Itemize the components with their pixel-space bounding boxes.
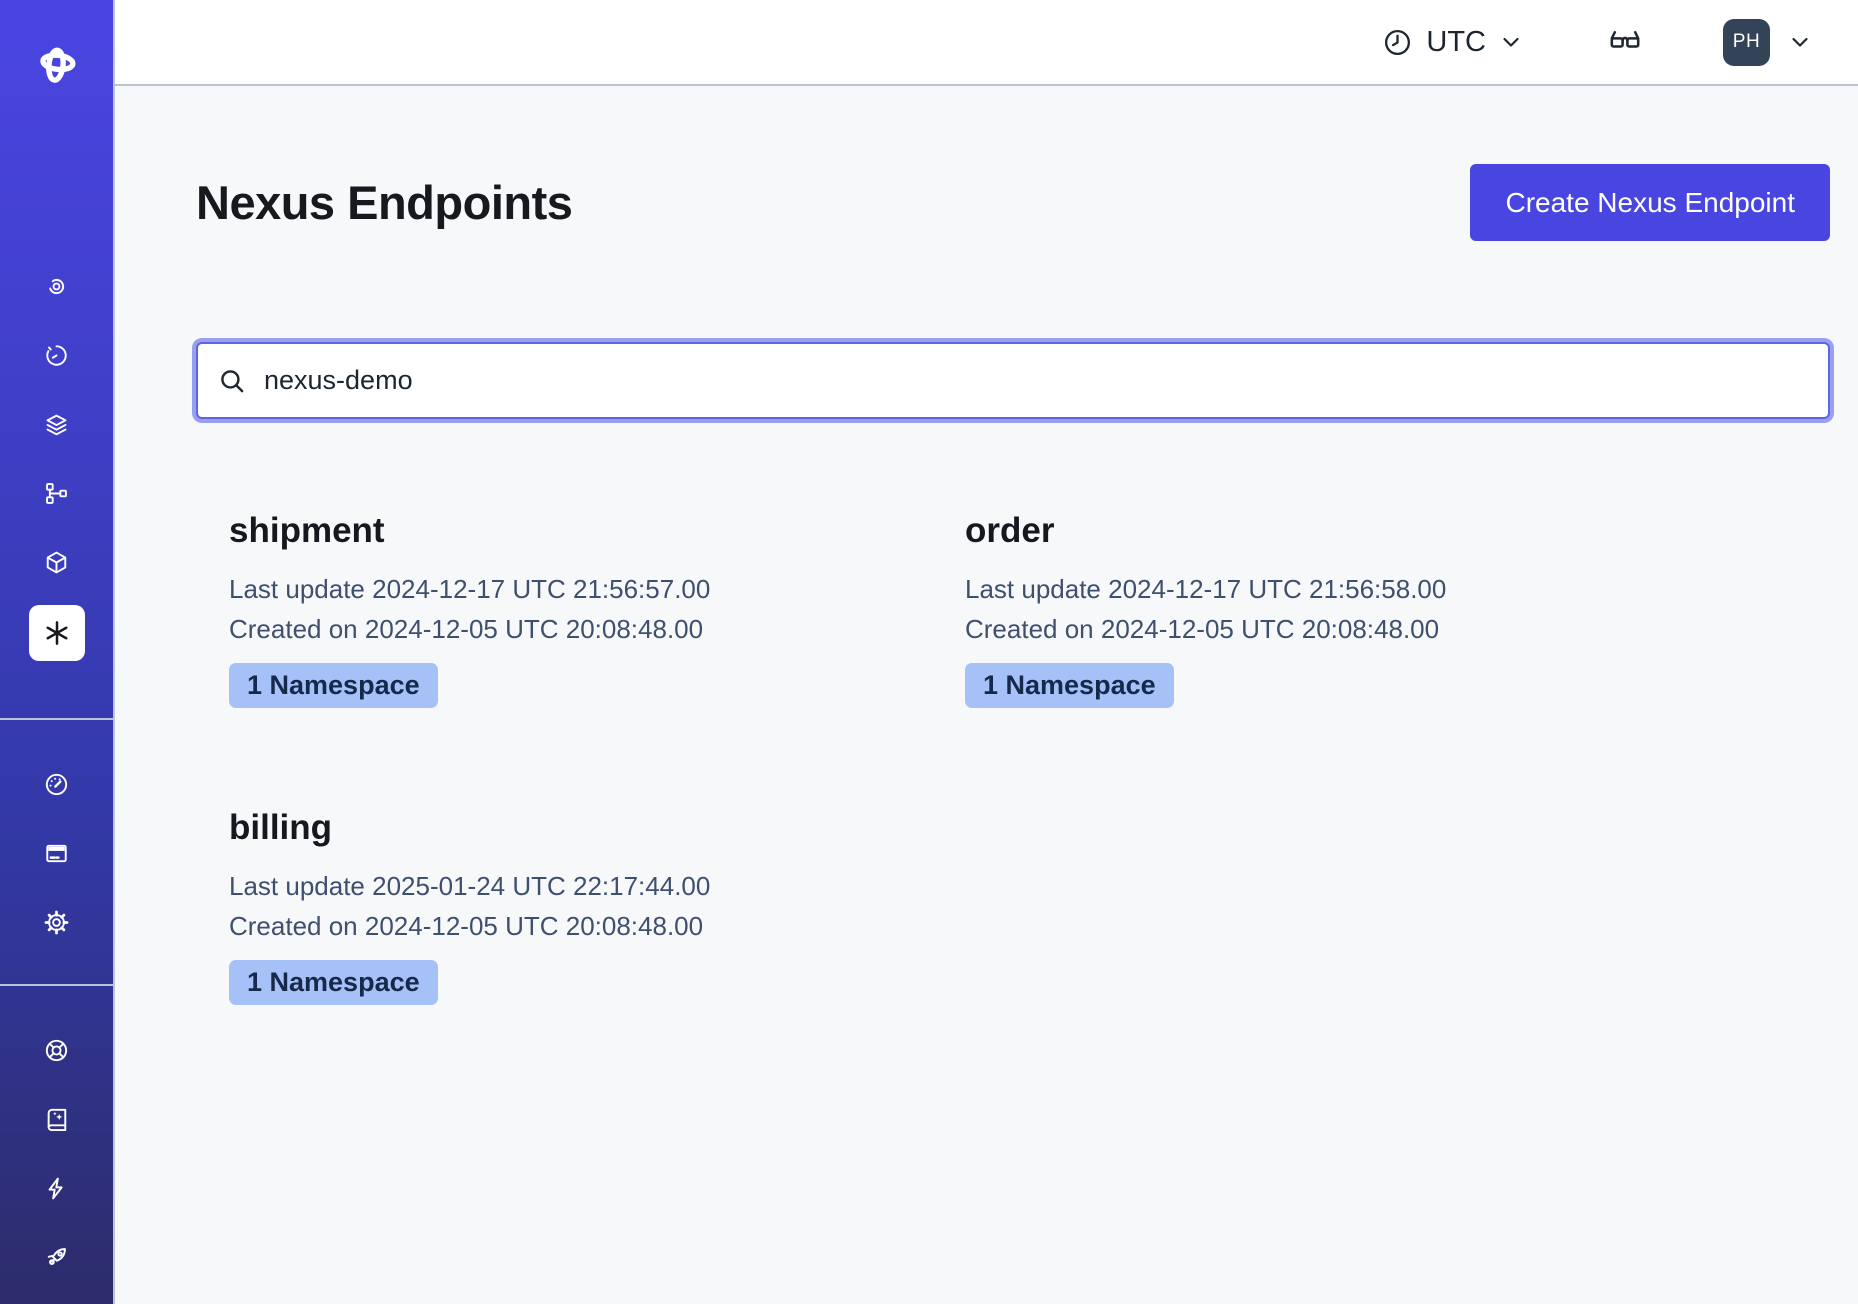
namespace-badge: 1 Namespace bbox=[965, 663, 1174, 708]
sidebar-divider bbox=[0, 718, 114, 720]
endpoint-created: Created on 2024-12-05 UTC 20:08:48.00 bbox=[965, 609, 1668, 649]
sidebar-item-billing[interactable] bbox=[29, 831, 85, 876]
sidebar-item-cube[interactable] bbox=[29, 540, 85, 585]
account-menu[interactable]: PH bbox=[1723, 19, 1812, 66]
endpoint-created: Created on 2024-12-05 UTC 20:08:48.00 bbox=[229, 906, 932, 946]
create-nexus-endpoint-button[interactable]: Create Nexus Endpoint bbox=[1470, 164, 1830, 241]
lightning-icon bbox=[43, 1175, 70, 1202]
top-bar: UTC PH bbox=[115, 0, 1858, 86]
search-input[interactable] bbox=[196, 342, 1830, 419]
glasses-icon bbox=[1607, 24, 1643, 60]
endpoint-created: Created on 2024-12-05 UTC 20:08:48.00 bbox=[229, 609, 932, 649]
sidebar-item-settings[interactable] bbox=[29, 900, 85, 945]
book-sparkles-icon bbox=[43, 1106, 70, 1133]
cube-icon bbox=[43, 549, 70, 576]
sidebar-item-branch[interactable] bbox=[29, 471, 85, 516]
reader-mode-button[interactable] bbox=[1607, 24, 1643, 60]
endpoint-last-update: Last update 2025-01-24 UTC 22:17:44.00 bbox=[229, 866, 932, 906]
endpoint-name[interactable]: billing bbox=[229, 808, 932, 848]
sidebar-item-support[interactable] bbox=[29, 1028, 85, 1073]
gear-icon bbox=[43, 909, 70, 936]
clock-icon bbox=[1382, 27, 1413, 58]
endpoint-name[interactable]: order bbox=[965, 511, 1668, 551]
swirl-icon bbox=[43, 273, 70, 300]
sidebar-item-timer[interactable] bbox=[29, 333, 85, 378]
endpoint-card-shipment[interactable]: shipment Last update 2024-12-17 UTC 21:5… bbox=[196, 511, 932, 708]
namespace-badge: 1 Namespace bbox=[229, 663, 438, 708]
sidebar-item-docs[interactable] bbox=[29, 1097, 85, 1142]
rocket-icon bbox=[43, 1244, 70, 1271]
namespace-badge: 1 Namespace bbox=[229, 960, 438, 1005]
sidebar-item-actions[interactable] bbox=[29, 1166, 85, 1211]
content-column: UTC PH Nexus Endpoints Create Nexus En bbox=[115, 0, 1858, 1304]
chevron-down-icon bbox=[1788, 30, 1812, 54]
selected-tile bbox=[29, 605, 85, 661]
avatar[interactable]: PH bbox=[1723, 19, 1770, 66]
sidebar-item-nexus[interactable] bbox=[29, 609, 85, 657]
endpoint-last-update: Last update 2024-12-17 UTC 21:56:58.00 bbox=[965, 569, 1668, 609]
endpoint-name[interactable]: shipment bbox=[229, 511, 932, 551]
chevron-down-icon bbox=[1499, 30, 1523, 54]
branch-icon bbox=[43, 480, 70, 507]
gauge-icon bbox=[43, 771, 70, 798]
asterisk-icon bbox=[42, 618, 72, 648]
page-title: Nexus Endpoints bbox=[196, 175, 572, 230]
endpoint-last-update: Last update 2024-12-17 UTC 21:56:57.00 bbox=[229, 569, 932, 609]
lifebuoy-icon bbox=[43, 1037, 70, 1064]
sidebar-item-gauge[interactable] bbox=[29, 762, 85, 807]
sidebar-item-layers[interactable] bbox=[29, 402, 85, 447]
timezone-picker[interactable]: UTC bbox=[1382, 26, 1523, 59]
search-bar bbox=[196, 342, 1830, 419]
sidebar-item-swirl[interactable] bbox=[29, 264, 85, 309]
timer-icon bbox=[43, 342, 70, 369]
timezone-label: UTC bbox=[1426, 26, 1486, 59]
sidebar-divider bbox=[0, 984, 114, 986]
endpoint-list: shipment Last update 2024-12-17 UTC 21:5… bbox=[196, 511, 1830, 1005]
credit-card-icon bbox=[43, 840, 70, 867]
sidebar-item-getting-started[interactable] bbox=[29, 1235, 85, 1280]
layers-icon bbox=[43, 411, 70, 438]
sidebar bbox=[0, 0, 115, 1304]
endpoint-card-billing[interactable]: billing Last update 2025-01-24 UTC 22:17… bbox=[196, 808, 932, 1005]
main-content: Nexus Endpoints Create Nexus Endpoint sh… bbox=[115, 86, 1858, 1304]
endpoint-card-order[interactable]: order Last update 2024-12-17 UTC 21:56:5… bbox=[932, 511, 1668, 708]
temporal-logo[interactable] bbox=[33, 40, 81, 88]
